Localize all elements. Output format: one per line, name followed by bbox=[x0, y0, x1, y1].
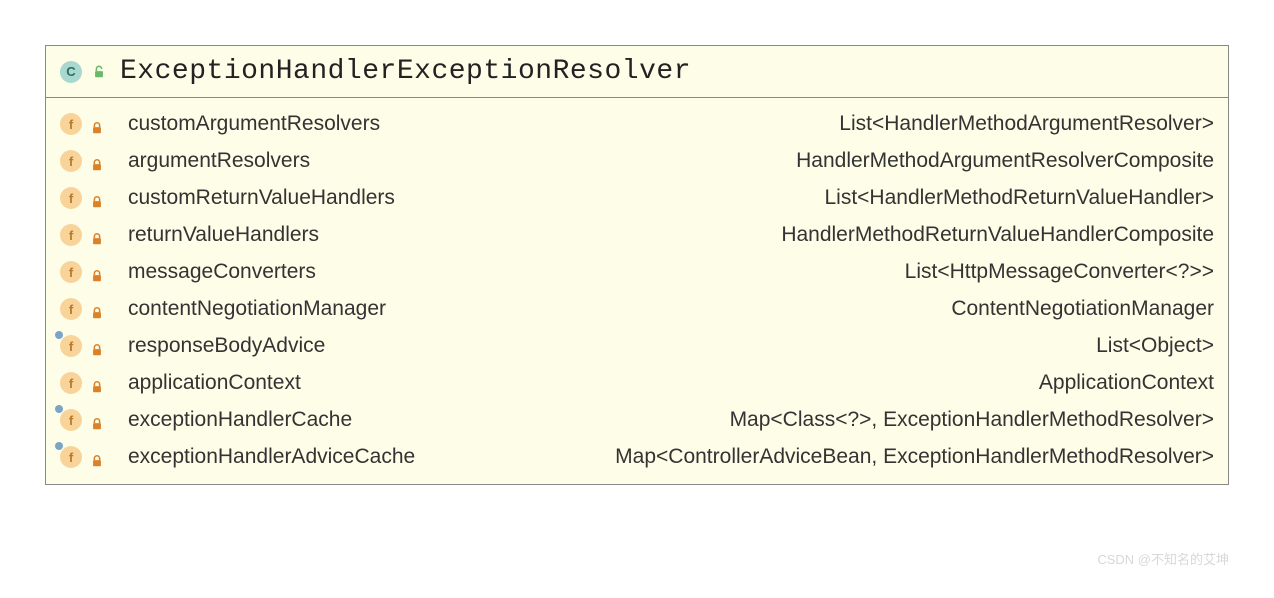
field-row[interactable]: f contentNegotiationManagerContentNegotia… bbox=[46, 291, 1228, 328]
field-icons: f bbox=[60, 372, 128, 394]
field-icon: f bbox=[60, 150, 82, 172]
field-icon: f bbox=[60, 409, 82, 431]
watermark: CSDN @不知名的艾坤 bbox=[1097, 549, 1229, 568]
class-icon: C bbox=[60, 61, 82, 83]
class-name: ExceptionHandlerExceptionResolver bbox=[120, 56, 691, 87]
field-name: returnValueHandlers bbox=[128, 223, 319, 247]
field-type: HandlerMethodReturnValueHandlerComposite bbox=[319, 223, 1214, 247]
field-type: List<HandlerMethodArgumentResolver> bbox=[380, 112, 1214, 136]
field-icons: f bbox=[60, 113, 128, 135]
lock-icon bbox=[90, 265, 104, 279]
field-type: List<Object> bbox=[325, 334, 1214, 358]
field-row[interactable]: f customArgumentResolversList<HandlerMeth… bbox=[46, 106, 1228, 143]
field-icon: f bbox=[60, 224, 82, 246]
fields-list: fcustomArgumentResolversList<HandlerMeth… bbox=[46, 98, 1228, 484]
field-name: customReturnValueHandlers bbox=[128, 186, 395, 210]
field-icons: f bbox=[60, 335, 128, 357]
field-icon: f bbox=[60, 335, 82, 357]
field-icon: f bbox=[60, 298, 82, 320]
field-type: HandlerMethodArgumentResolverComposite bbox=[310, 149, 1214, 173]
field-icon: f bbox=[60, 187, 82, 209]
lock-icon bbox=[90, 117, 104, 131]
field-row[interactable]: f applicationContextApplicationContext bbox=[46, 365, 1228, 402]
field-row[interactable]: f messageConvertersList<HttpMessageConver… bbox=[46, 254, 1228, 291]
field-row[interactable]: f exceptionHandlerCacheMap<Class<?>, Exce… bbox=[46, 402, 1228, 439]
lock-icon bbox=[90, 413, 104, 427]
field-name: argumentResolvers bbox=[128, 149, 310, 173]
lock-icon bbox=[90, 376, 104, 390]
field-icon: f bbox=[60, 113, 82, 135]
lock-icon bbox=[90, 228, 104, 242]
field-type: ApplicationContext bbox=[301, 371, 1214, 395]
field-icons: f bbox=[60, 446, 128, 468]
field-icon: f bbox=[60, 261, 82, 283]
field-row[interactable]: f responseBodyAdviceList<Object> bbox=[46, 328, 1228, 365]
lock-icon bbox=[90, 191, 104, 205]
field-type: Map<ControllerAdviceBean, ExceptionHandl… bbox=[415, 445, 1214, 469]
class-header: C ExceptionHandlerExceptionResolver bbox=[46, 46, 1228, 98]
field-row[interactable]: f exceptionHandlerAdviceCacheMap<Controll… bbox=[46, 439, 1228, 476]
field-icons: f bbox=[60, 261, 128, 283]
lock-icon bbox=[90, 302, 104, 316]
field-icons: f bbox=[60, 298, 128, 320]
field-name: exceptionHandlerCache bbox=[128, 408, 352, 432]
field-icon: f bbox=[60, 372, 82, 394]
field-name: exceptionHandlerAdviceCache bbox=[128, 445, 415, 469]
field-name: contentNegotiationManager bbox=[128, 297, 386, 321]
open-lock-icon bbox=[92, 65, 106, 79]
field-type: Map<Class<?>, ExceptionHandlerMethodReso… bbox=[352, 408, 1214, 432]
lock-icon bbox=[90, 450, 104, 464]
field-name: responseBodyAdvice bbox=[128, 334, 325, 358]
field-row[interactable]: f argumentResolversHandlerMethodArgumentR… bbox=[46, 143, 1228, 180]
field-type: ContentNegotiationManager bbox=[386, 297, 1214, 321]
field-type: List<HandlerMethodReturnValueHandler> bbox=[395, 186, 1214, 210]
field-name: messageConverters bbox=[128, 260, 316, 284]
field-icons: f bbox=[60, 224, 128, 246]
lock-icon bbox=[90, 339, 104, 353]
field-row[interactable]: f customReturnValueHandlersList<HandlerMe… bbox=[46, 180, 1228, 217]
field-name: applicationContext bbox=[128, 371, 301, 395]
field-icons: f bbox=[60, 409, 128, 431]
field-icon: f bbox=[60, 446, 82, 468]
field-type: List<HttpMessageConverter<?>> bbox=[316, 260, 1214, 284]
class-structure-panel: C ExceptionHandlerExceptionResolver f cus… bbox=[45, 45, 1229, 485]
field-name: customArgumentResolvers bbox=[128, 112, 380, 136]
lock-icon bbox=[90, 154, 104, 168]
field-icons: f bbox=[60, 150, 128, 172]
field-icons: f bbox=[60, 187, 128, 209]
field-row[interactable]: f returnValueHandlersHandlerMethodReturnV… bbox=[46, 217, 1228, 254]
